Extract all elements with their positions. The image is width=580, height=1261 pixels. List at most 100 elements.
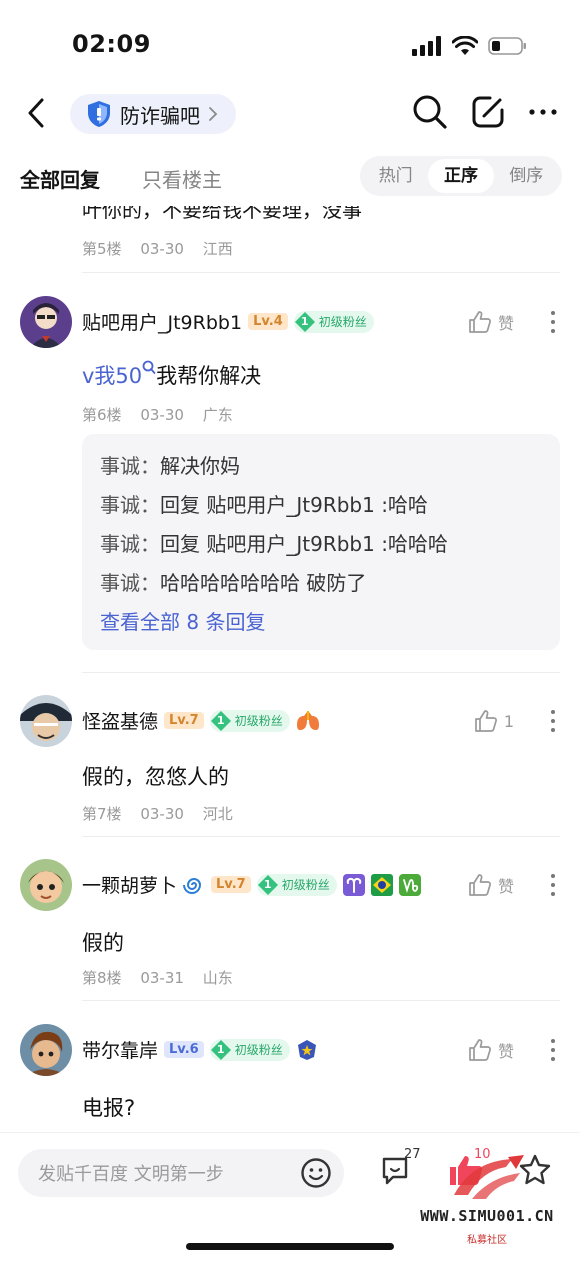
tab-owner-only[interactable]: 只看楼主: [142, 164, 222, 193]
post-content: 假的: [82, 931, 124, 955]
fan-label: 初级粉丝: [234, 714, 283, 728]
status-icons: [412, 36, 528, 56]
nav-actions: [412, 94, 558, 130]
forum-chip[interactable]: 防诈骗吧: [70, 94, 236, 134]
post-location: 山东: [202, 969, 233, 987]
like-label: 赞: [497, 314, 514, 333]
sub-reply-text: 哈哈哈哈哈哈哈 破防了: [160, 571, 367, 595]
post-date: 03-30: [140, 240, 184, 258]
user-line: 一颗胡萝卜 Lv.7 1 初级粉丝: [82, 871, 421, 898]
level-badge: Lv.4: [248, 313, 288, 330]
avatar[interactable]: [20, 859, 72, 911]
divider: [82, 272, 560, 273]
user-line: 带尔靠岸 Lv.6 1 初级粉丝: [82, 1036, 318, 1063]
sub-reply-author[interactable]: 事诚：: [100, 493, 160, 517]
level-badge: Lv.6: [164, 1041, 204, 1058]
watermark-logo-icon: [454, 1155, 524, 1199]
sub-reply-box[interactable]: 事诚：解决你妈 事诚：回复 贴吧用户_Jt9Rbb1 :哈哈 事诚：回复 贴吧用…: [82, 434, 560, 650]
divider: [82, 672, 560, 673]
post-meta: 第8楼 03-31 山东: [82, 967, 247, 988]
nav-bar: 防诈骗吧: [0, 84, 580, 142]
content-text: 我帮你解决: [156, 364, 262, 388]
username[interactable]: 怪盗基德: [82, 707, 158, 734]
post-more-icon[interactable]: [550, 709, 556, 733]
sub-reply-author[interactable]: 事诚：: [100, 532, 160, 556]
post-more-icon[interactable]: [550, 1038, 556, 1062]
username[interactable]: 一颗胡萝卜: [82, 871, 177, 898]
post-meta: 第6楼 03-30 广东: [82, 404, 247, 425]
sub-reply-text: 解决你妈: [160, 454, 240, 478]
lungs-badge-icon: [296, 710, 319, 730]
sub-reply: 事诚：回复 贴吧用户_Jt9Rbb1 :哈哈哈: [100, 528, 448, 557]
content-link[interactable]: v我50: [82, 364, 142, 388]
avatar[interactable]: [20, 695, 72, 747]
like-label: 赞: [497, 1042, 514, 1061]
sort-descending[interactable]: 倒序: [494, 159, 559, 193]
like-button[interactable]: 赞: [468, 310, 514, 334]
view-all-replies-link[interactable]: 查看全部 8 条回复: [100, 606, 265, 635]
bottom-bar: 发贴千百度 文明第一步 27 10 WWW.SIMU001.CN 私募社区: [0, 1132, 580, 1261]
post-location: 河北: [202, 805, 233, 823]
fan-badge: 1 初级粉丝: [256, 873, 337, 896]
search-icon[interactable]: [412, 94, 448, 130]
fan-badge: 1 初级粉丝: [209, 709, 290, 732]
floor-number: 第8楼: [82, 969, 122, 987]
sub-reply-text: 回复 贴吧用户_Jt9Rbb1 :哈哈: [160, 493, 428, 517]
watermark: WWW.SIMU001.CN 私募社区: [402, 1151, 572, 1261]
more-icon[interactable]: [528, 108, 558, 116]
thumbs-up-icon: [474, 710, 497, 732]
avatar[interactable]: [20, 1024, 72, 1076]
spiral-icon: [183, 877, 202, 894]
post-more-icon[interactable]: [550, 310, 556, 334]
fan-badge: 1 初级粉丝: [209, 1038, 290, 1061]
watermark-sub: 私募社区: [467, 1235, 507, 1246]
post-location: 江西: [202, 240, 233, 258]
edit-icon[interactable]: [470, 94, 506, 130]
thumbs-up-icon: [469, 1039, 491, 1061]
post-date: 03-31: [140, 969, 184, 987]
watermark-site: WWW.SIMU001.CN: [420, 1207, 554, 1225]
floor-number: 第7楼: [82, 805, 122, 823]
status-time: 02:09: [72, 30, 151, 58]
battery-icon: [488, 37, 526, 55]
signal-icon: [412, 36, 441, 56]
post-content: v我50 我帮你解决: [82, 360, 261, 390]
fan-gem-icon: 1: [210, 710, 232, 732]
divider: [82, 836, 560, 837]
avatar[interactable]: [20, 296, 72, 348]
user-line: 贴吧用户_Jt9Rbb1 Lv.4 1 初级粉丝: [82, 308, 374, 335]
post-content: 假的，忽悠人的: [82, 765, 229, 789]
username[interactable]: 贴吧用户_Jt9Rbb1: [82, 308, 242, 335]
emoji-icon[interactable]: [300, 1157, 332, 1189]
thumbs-up-icon: [469, 874, 491, 896]
like-button[interactable]: 赞: [468, 1038, 514, 1062]
level-badge: Lv.7: [211, 876, 251, 893]
fan-gem-icon: 1: [257, 874, 279, 896]
sort-toggle: 热门 正序 倒序: [360, 156, 562, 196]
thumbs-up-icon: [469, 311, 491, 333]
post-more-icon[interactable]: [550, 873, 556, 897]
sort-hot[interactable]: 热门: [363, 159, 428, 193]
home-indicator[interactable]: [186, 1243, 394, 1250]
username[interactable]: 带尔靠岸: [82, 1036, 158, 1063]
like-button[interactable]: 1: [474, 709, 514, 733]
tab-all-replies[interactable]: 全部回复: [20, 164, 100, 193]
sub-reply-author[interactable]: 事诚：: [100, 571, 160, 595]
user-line: 怪盗基德 Lv.7 1 初级粉丝: [82, 707, 320, 734]
prev-floor-meta: 第5楼 03-30 江西: [82, 238, 247, 259]
like-button[interactable]: 赞: [468, 873, 514, 897]
like-label: 赞: [497, 877, 514, 896]
fan-label: 初级粉丝: [318, 315, 367, 329]
prev-floor-content: 叶你的，不要给钱不要理，没事: [82, 206, 362, 222]
reply-feed: 叶你的，不要给钱不要理，没事 第5楼 03-30 江西 贴吧用户_Jt9Rbb1…: [0, 206, 580, 1132]
post-location: 广东: [202, 406, 233, 424]
fan-gem-icon: 1: [210, 1039, 232, 1061]
reply-tabs: 全部回复 只看楼主 热门 正序 倒序: [0, 150, 580, 206]
sort-ascending[interactable]: 正序: [428, 159, 494, 193]
back-icon[interactable]: [22, 96, 54, 130]
wifi-icon: [452, 36, 478, 55]
sub-reply-author[interactable]: 事诚：: [100, 454, 160, 478]
sub-reply-text: 回复 贴吧用户_Jt9Rbb1 :哈哈哈: [160, 532, 448, 556]
reply-placeholder: 发贴千百度 文明第一步: [38, 1164, 224, 1185]
reply-input[interactable]: 发贴千百度 文明第一步: [18, 1149, 344, 1197]
